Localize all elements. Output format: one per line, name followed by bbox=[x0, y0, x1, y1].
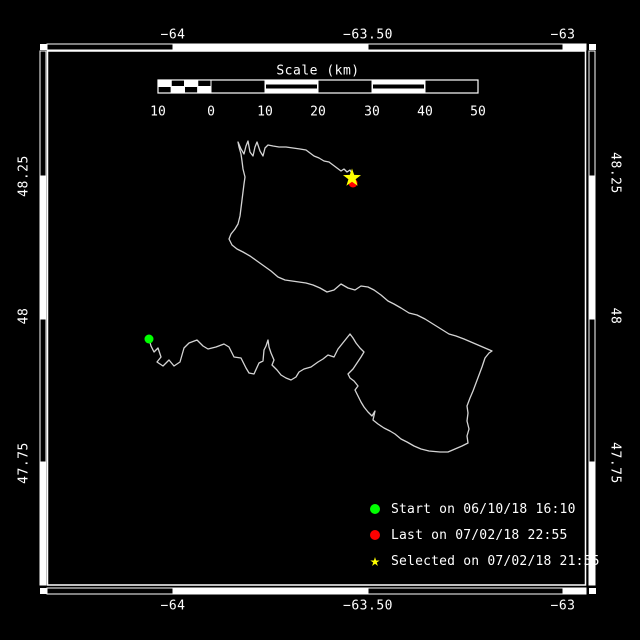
border-band-bottom bbox=[46, 587, 174, 595]
border-band-top bbox=[367, 43, 564, 51]
axis-label-bottom-lon-63: −63 bbox=[550, 598, 576, 614]
scalebar-segment-stripe bbox=[373, 84, 424, 89]
legend-item-last: Last on 07/02/18 22:55 bbox=[366, 522, 600, 548]
axis-label-left-lat-48-25: 48.25 bbox=[16, 155, 32, 197]
scalebar-checker-cell bbox=[157, 79, 172, 87]
scalebar-tick-30: 30 bbox=[364, 104, 380, 120]
border-band-right bbox=[588, 175, 596, 320]
axis-label-top-lon-63-50: −63.50 bbox=[343, 27, 393, 43]
scalebar-tick-10: 10 bbox=[257, 104, 273, 120]
legend-label-start: Start on 06/10/18 16:10 bbox=[391, 501, 576, 517]
scalebar-segment-stripe bbox=[266, 84, 317, 89]
scalebar-segment bbox=[317, 79, 373, 94]
axis-label-left-lat-47-75: 47.75 bbox=[16, 442, 32, 484]
legend-label-last: Last on 07/02/18 22:55 bbox=[391, 527, 568, 543]
scalebar-checker-cell bbox=[184, 86, 199, 94]
legend-item-start: Start on 06/10/18 16:10 bbox=[366, 496, 600, 522]
border-band-top bbox=[46, 43, 174, 51]
scalebar-segment bbox=[424, 79, 479, 94]
legend-label-selected: Selected on 07/02/18 21:55 bbox=[391, 553, 600, 569]
border-corner bbox=[589, 44, 596, 50]
scalebar-tick-20: 20 bbox=[310, 104, 326, 120]
scalebar-checker-cell bbox=[170, 86, 185, 94]
border-band-left bbox=[39, 461, 47, 586]
axis-label-left-lat-48: 48 bbox=[16, 307, 32, 325]
scalebar-tick-50: 50 bbox=[470, 104, 486, 120]
scalebar-checker-cell bbox=[197, 79, 212, 87]
border-band-left bbox=[39, 50, 47, 177]
border-band-right bbox=[588, 50, 596, 177]
axis-label-right-lat-48: 48 bbox=[607, 307, 623, 325]
axis-label-top-lon-64: −64 bbox=[160, 27, 186, 43]
border-corner bbox=[589, 588, 596, 594]
axis-label-right-lat-47-75: 47.75 bbox=[607, 442, 623, 484]
axis-label-right-lat-48-25: 48.25 bbox=[607, 152, 623, 194]
legend: Start on 06/10/18 16:10 Last on 07/02/18… bbox=[366, 496, 600, 574]
map-canvas: −64 −63.50 −63 −64 −63.50 −63 48.25 48 4… bbox=[0, 0, 640, 640]
axis-label-bottom-lon-64: −64 bbox=[160, 598, 186, 614]
scalebar-checker-cell bbox=[170, 79, 185, 87]
scalebar-checker-cell bbox=[184, 79, 199, 87]
scalebar-segment bbox=[210, 79, 266, 94]
scalebar-tick-0: 0 bbox=[207, 104, 215, 120]
border-band-right bbox=[588, 318, 596, 463]
start-marker[interactable] bbox=[144, 334, 154, 344]
selected-star-icon: ★ bbox=[369, 551, 381, 571]
scalebar-checker-cell bbox=[157, 86, 172, 94]
border-band-bottom bbox=[172, 587, 369, 595]
border-corner bbox=[40, 588, 47, 594]
border-band-left bbox=[39, 318, 47, 463]
scalebar-tick-40: 40 bbox=[417, 104, 433, 120]
border-band-bottom bbox=[562, 587, 587, 595]
border-band-top bbox=[172, 43, 369, 51]
scalebar-tick-10l: 10 bbox=[150, 104, 166, 120]
axis-label-top-lon-63: −63 bbox=[550, 27, 576, 43]
border-corner bbox=[40, 44, 47, 50]
start-dot-icon bbox=[366, 504, 384, 514]
scalebar-title: Scale (km) bbox=[276, 63, 360, 79]
scalebar-checker-cell bbox=[197, 86, 212, 94]
legend-item-selected: ★ Selected on 07/02/18 21:55 bbox=[366, 548, 600, 574]
last-dot-icon bbox=[366, 530, 384, 540]
border-band-bottom bbox=[367, 587, 564, 595]
border-band-left bbox=[39, 175, 47, 320]
border-band-top bbox=[562, 43, 587, 51]
track-path[interactable] bbox=[148, 140, 493, 453]
axis-label-bottom-lon-63-50: −63.50 bbox=[343, 598, 393, 614]
